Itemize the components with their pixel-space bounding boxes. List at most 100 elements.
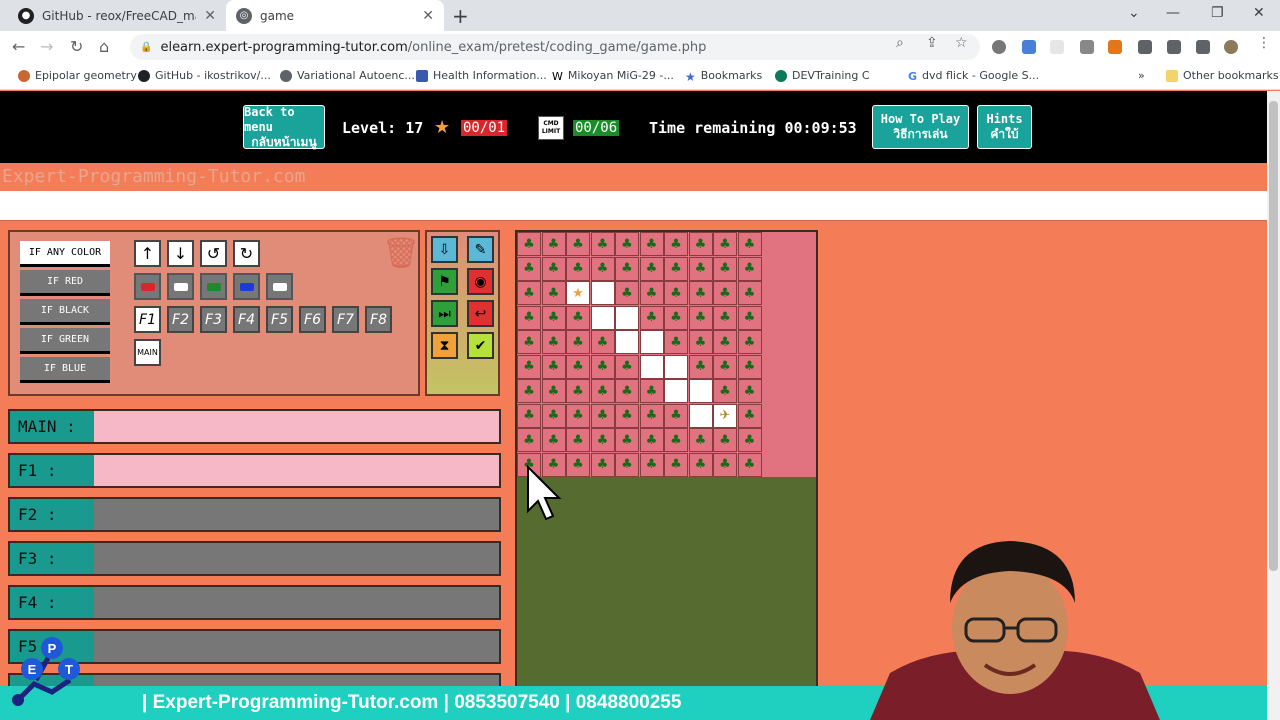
move-up-button[interactable]: ↑ <box>134 240 161 267</box>
download-icon[interactable]: ⇩ <box>431 236 458 263</box>
bookmark-item[interactable]: Gdvd flick - Google S... <box>908 69 1039 83</box>
if-black-button[interactable]: IF BLACK <box>20 299 110 325</box>
paint-white-button[interactable] <box>167 273 194 300</box>
bookmark-item[interactable]: Variational Autoenc... <box>280 69 415 82</box>
stop-icon[interactable]: ◉ <box>467 268 494 295</box>
tool-panel: ⇩ ✎ ⚑ ◉ ⏭ ↩ ⧗ ✔ <box>425 230 500 396</box>
f6-button[interactable]: F6 <box>299 306 326 333</box>
minimize-button[interactable]: — <box>1166 5 1180 21</box>
f4-row[interactable]: F4 : <box>8 585 501 620</box>
hourglass-icon[interactable]: ⧗ <box>431 332 458 359</box>
back-icon[interactable]: ← <box>12 37 25 56</box>
paint-clear-button[interactable] <box>266 273 293 300</box>
extension-icon[interactable] <box>1050 40 1064 54</box>
extension-icon[interactable] <box>992 40 1006 54</box>
if-any-color-button[interactable]: IF ANY COLOR <box>20 241 110 267</box>
paint-green-button[interactable] <box>200 273 227 300</box>
f8-button[interactable]: F8 <box>365 306 392 333</box>
tree-icon: ♣ <box>688 305 713 330</box>
tab-game[interactable]: ◎ game ✕ <box>226 0 444 31</box>
bookmark-item[interactable]: Epipolar geometry <box>18 69 137 82</box>
f2-row[interactable]: F2 : <box>8 497 501 532</box>
close-tab-icon[interactable]: ✕ <box>204 8 216 24</box>
close-window-button[interactable]: ✕ <box>1253 5 1265 21</box>
menu-icon[interactable]: ⋮ <box>1257 35 1271 51</box>
f3-button[interactable]: F3 <box>200 306 227 333</box>
command-slot-area[interactable] <box>94 543 499 574</box>
close-tab-icon[interactable]: ✕ <box>422 8 434 24</box>
scrollbar-thumb[interactable] <box>1269 101 1278 571</box>
page-scrollbar[interactable] <box>1267 91 1280 720</box>
forward-icon[interactable]: → <box>40 37 53 56</box>
f7-button[interactable]: F7 <box>332 306 359 333</box>
tree-icon: ♣ <box>664 452 688 477</box>
tree-icon: ♣ <box>688 428 713 452</box>
if-red-button[interactable]: IF RED <box>20 270 110 296</box>
tree-icon: ♣ <box>541 354 566 379</box>
trash-icon[interactable]: 🗑 <box>382 236 420 271</box>
new-tab-button[interactable]: + <box>452 4 469 28</box>
reading-list-icon[interactable] <box>1167 40 1181 54</box>
tab-github[interactable]: ● GitHub - reox/FreeCAD_macros ✕ <box>8 0 226 31</box>
level-indicator: Level: 17 <box>342 119 424 137</box>
rotate-left-button[interactable]: ↺ <box>200 240 227 267</box>
command-slot-area[interactable] <box>94 587 499 618</box>
bookmark-star-icon[interactable]: ☆ <box>955 35 968 51</box>
bookmark-item[interactable]: ★ Bookmarks <box>685 69 762 84</box>
f5-button[interactable]: F5 <box>266 306 293 333</box>
reload-icon[interactable]: ↻ <box>70 37 83 56</box>
extension-icon[interactable] <box>1022 40 1036 54</box>
main-row[interactable]: MAIN : <box>8 409 501 444</box>
run-icon[interactable]: ⚑ <box>431 268 458 295</box>
how-to-play-button[interactable]: How To Play วิธีการเล่น <box>872 105 969 149</box>
home-icon[interactable]: ⌂ <box>99 37 109 56</box>
f1-button[interactable]: F1 <box>134 306 161 333</box>
paint-red-button[interactable] <box>134 273 161 300</box>
bookmark-item[interactable]: GitHub - ikostrikov/... <box>138 69 271 82</box>
side-panel-icon[interactable] <box>1196 40 1210 54</box>
f2-button[interactable]: F2 <box>167 306 194 333</box>
github-icon: ● <box>18 7 34 24</box>
tree-icon: ♣ <box>737 256 762 281</box>
move-down-button[interactable]: ↓ <box>167 240 194 267</box>
if-blue-button[interactable]: IF BLUE <box>20 357 110 383</box>
bookmark-item[interactable]: DEVTraining C <box>775 69 870 82</box>
metamask-icon[interactable] <box>1108 40 1122 54</box>
other-bookmarks[interactable]: Other bookmarks <box>1166 69 1279 82</box>
f1-row[interactable]: F1 : <box>8 453 501 488</box>
if-green-button[interactable]: IF GREEN <box>20 328 110 354</box>
address-bar[interactable]: 🔒 elearn.expert-programming-tutor.com/on… <box>130 34 980 60</box>
tab-search-icon[interactable]: ⌄ <box>1128 5 1140 21</box>
command-slot-area[interactable] <box>94 411 499 442</box>
paint-blue-button[interactable] <box>233 273 260 300</box>
button-label-thai: กลับหน้าเมนู <box>251 134 317 149</box>
hints-button[interactable]: Hints คำใบ้ <box>977 105 1032 149</box>
back-to-menu-button[interactable]: Back to menu กลับหน้าเมนู <box>243 105 325 149</box>
command-slot-area[interactable] <box>94 499 499 530</box>
tree-icon: ♣ <box>737 330 762 354</box>
puzzle-icon[interactable] <box>1138 40 1152 54</box>
undo-icon[interactable]: ↩ <box>467 300 494 327</box>
paint-roller-icon <box>140 282 155 291</box>
share-icon[interactable]: ⇪ <box>926 35 938 51</box>
lock-icon: 🔒 <box>140 41 153 53</box>
button-label: Hints <box>986 112 1023 126</box>
zoom-icon[interactable]: ⌕ <box>896 35 904 51</box>
avatar[interactable] <box>1224 40 1238 54</box>
tree-icon: ♣ <box>590 354 615 379</box>
maximize-button[interactable]: ❐ <box>1211 5 1224 21</box>
bookmarks-overflow[interactable]: » <box>1138 69 1145 82</box>
bookmark-item[interactable]: Health Information... <box>416 69 547 82</box>
bookmark-item[interactable]: W Mikoyan MiG-29 -... <box>552 69 674 83</box>
extension-icon[interactable] <box>1080 40 1094 54</box>
rotate-right-button[interactable]: ↻ <box>233 240 260 267</box>
step-icon[interactable]: ⏭ <box>431 300 458 327</box>
check-icon[interactable]: ✔ <box>467 332 494 359</box>
f3-row[interactable]: F3 : <box>8 541 501 576</box>
main-button[interactable]: MAIN <box>134 339 161 366</box>
tree-icon: ♣ <box>517 281 541 305</box>
command-slot-area[interactable] <box>94 455 499 486</box>
command-slot-area[interactable] <box>94 631 499 662</box>
f4-button[interactable]: F4 <box>233 306 260 333</box>
brush-icon[interactable]: ✎ <box>467 236 494 263</box>
